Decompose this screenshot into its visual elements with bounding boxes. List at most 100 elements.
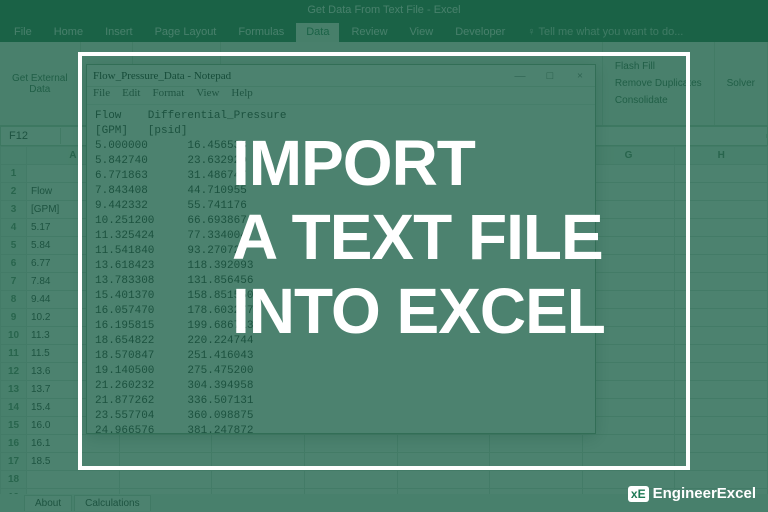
cell[interactable] bbox=[675, 201, 768, 219]
cell[interactable] bbox=[304, 453, 397, 471]
cell[interactable] bbox=[397, 435, 490, 453]
tell-me[interactable]: ♀ Tell me what you want to do... bbox=[517, 23, 693, 42]
cell[interactable] bbox=[582, 471, 675, 489]
cell[interactable] bbox=[119, 471, 212, 489]
notepad-menu-edit[interactable]: Edit bbox=[122, 87, 140, 104]
consolidate-button[interactable]: Consolidate bbox=[611, 93, 706, 108]
cell[interactable] bbox=[675, 345, 768, 363]
cell[interactable] bbox=[304, 471, 397, 489]
cell[interactable] bbox=[212, 471, 305, 489]
sheet-tab-about[interactable]: About bbox=[24, 495, 72, 511]
ribbon-tab-home[interactable]: Home bbox=[44, 23, 93, 42]
solver-button[interactable]: Solver bbox=[723, 76, 759, 91]
cell[interactable] bbox=[119, 453, 212, 471]
cell[interactable] bbox=[675, 309, 768, 327]
cell[interactable] bbox=[582, 381, 675, 399]
remove-duplicates-button[interactable]: Remove Duplicates bbox=[611, 76, 706, 91]
notepad-menu-file[interactable]: File bbox=[93, 87, 110, 104]
row-header[interactable]: 6 bbox=[1, 255, 27, 273]
row-header[interactable]: 17 bbox=[1, 453, 27, 471]
row-header[interactable]: 2 bbox=[1, 183, 27, 201]
row-header[interactable]: 15 bbox=[1, 417, 27, 435]
ribbon-tab-insert[interactable]: Insert bbox=[95, 23, 143, 42]
row-header[interactable]: 7 bbox=[1, 273, 27, 291]
select-all[interactable] bbox=[1, 147, 27, 165]
cell[interactable] bbox=[119, 435, 212, 453]
cell[interactable] bbox=[490, 453, 583, 471]
cell[interactable] bbox=[675, 237, 768, 255]
notepad-window[interactable]: Flow_Pressure_Data - Notepad — □ × File E… bbox=[86, 64, 596, 434]
cell[interactable] bbox=[582, 201, 675, 219]
notepad-titlebar[interactable]: Flow_Pressure_Data - Notepad — □ × bbox=[87, 65, 595, 87]
cell[interactable] bbox=[304, 435, 397, 453]
rib-group-get-data[interactable]: Get External Data bbox=[0, 42, 81, 125]
minimize-button[interactable]: — bbox=[505, 65, 535, 87]
row-header[interactable]: 1 bbox=[1, 165, 27, 183]
cell[interactable] bbox=[27, 471, 120, 489]
row-header[interactable]: 18 bbox=[1, 471, 27, 489]
cell[interactable] bbox=[490, 471, 583, 489]
cell[interactable] bbox=[582, 363, 675, 381]
notepad-text-area[interactable]: Flow Differential_Pressure [GPM] [psid] … bbox=[87, 105, 595, 433]
row-header[interactable]: 16 bbox=[1, 435, 27, 453]
ribbon-tab-formulas[interactable]: Formulas bbox=[228, 23, 294, 42]
maximize-button[interactable]: □ bbox=[535, 65, 565, 87]
col-header-H[interactable]: H bbox=[675, 147, 768, 165]
cell[interactable] bbox=[675, 219, 768, 237]
cell[interactable] bbox=[582, 237, 675, 255]
cell[interactable] bbox=[582, 453, 675, 471]
cell[interactable] bbox=[582, 273, 675, 291]
notepad-menu-format[interactable]: Format bbox=[152, 87, 184, 104]
cell[interactable] bbox=[582, 183, 675, 201]
ribbon-tab-page-layout[interactable]: Page Layout bbox=[145, 23, 227, 42]
cell[interactable] bbox=[582, 291, 675, 309]
row-header[interactable]: 12 bbox=[1, 363, 27, 381]
cell[interactable] bbox=[675, 435, 768, 453]
cell[interactable] bbox=[675, 165, 768, 183]
cell[interactable] bbox=[212, 435, 305, 453]
cell[interactable] bbox=[675, 183, 768, 201]
close-button[interactable]: × bbox=[565, 65, 595, 87]
cell[interactable] bbox=[675, 453, 768, 471]
row-header[interactable]: 10 bbox=[1, 327, 27, 345]
flash-fill-button[interactable]: Flash Fill bbox=[611, 59, 706, 74]
cell[interactable] bbox=[675, 363, 768, 381]
row-header[interactable]: 13 bbox=[1, 381, 27, 399]
ribbon-tab-file[interactable]: File bbox=[4, 23, 42, 42]
cell[interactable] bbox=[490, 435, 583, 453]
ribbon-tab-review[interactable]: Review bbox=[341, 23, 397, 42]
row-header[interactable]: 9 bbox=[1, 309, 27, 327]
row-header[interactable]: 4 bbox=[1, 219, 27, 237]
cell[interactable] bbox=[582, 219, 675, 237]
name-box[interactable]: F12 bbox=[1, 128, 61, 144]
notepad-menu-help[interactable]: Help bbox=[231, 87, 252, 104]
col-header-G[interactable]: G bbox=[582, 147, 675, 165]
cell[interactable] bbox=[582, 435, 675, 453]
row-header[interactable]: 8 bbox=[1, 291, 27, 309]
cell[interactable] bbox=[582, 309, 675, 327]
cell[interactable] bbox=[582, 165, 675, 183]
cell[interactable] bbox=[675, 327, 768, 345]
row-header[interactable]: 11 bbox=[1, 345, 27, 363]
cell[interactable] bbox=[675, 255, 768, 273]
row-header[interactable]: 5 bbox=[1, 237, 27, 255]
cell[interactable] bbox=[212, 453, 305, 471]
cell[interactable]: 16.1 bbox=[27, 435, 120, 453]
ribbon-tab-view[interactable]: View bbox=[400, 23, 444, 42]
cell[interactable] bbox=[582, 345, 675, 363]
get-external-data-button[interactable]: Get External Data bbox=[8, 71, 72, 97]
cell[interactable] bbox=[397, 453, 490, 471]
notepad-menu-view[interactable]: View bbox=[196, 87, 219, 104]
cell[interactable] bbox=[397, 471, 490, 489]
cell[interactable] bbox=[675, 399, 768, 417]
cell[interactable] bbox=[675, 471, 768, 489]
cell[interactable] bbox=[582, 327, 675, 345]
sheet-tab-calculations[interactable]: Calculations bbox=[74, 495, 150, 511]
cell[interactable]: 18.5 bbox=[27, 453, 120, 471]
cell[interactable] bbox=[675, 291, 768, 309]
cell[interactable] bbox=[582, 255, 675, 273]
cell[interactable] bbox=[582, 399, 675, 417]
ribbon-tab-developer[interactable]: Developer bbox=[445, 23, 515, 42]
row-header[interactable]: 14 bbox=[1, 399, 27, 417]
cell[interactable] bbox=[675, 417, 768, 435]
